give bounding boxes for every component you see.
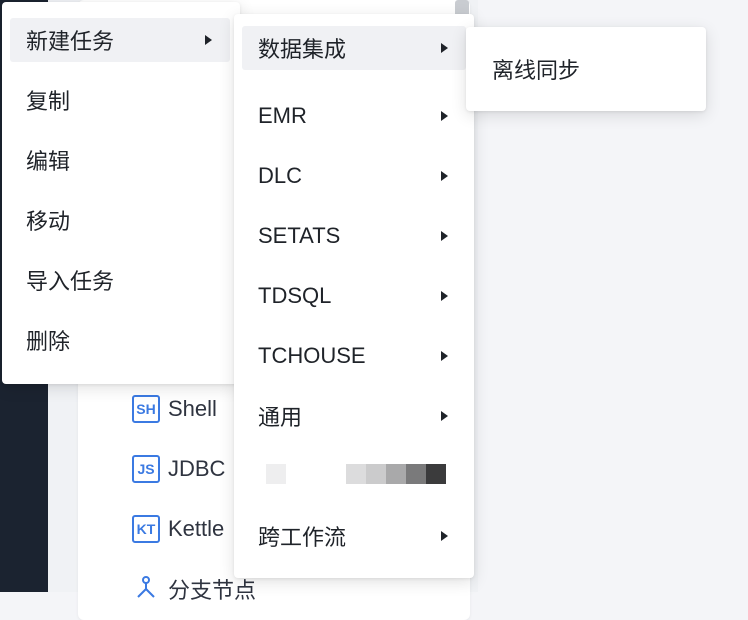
menu-item-tchouse[interactable]: TCHOUSE — [242, 334, 466, 378]
caret-right-icon — [441, 43, 448, 53]
task-type-kettle[interactable]: KT Kettle — [132, 513, 224, 545]
caret-right-icon — [205, 35, 212, 45]
shell-icon: SH — [132, 395, 160, 423]
jdbc-icon: JS — [132, 455, 160, 483]
caret-right-icon — [441, 351, 448, 361]
menu-item-tdsql[interactable]: TDSQL — [242, 274, 466, 318]
menu-item-emr[interactable]: EMR — [242, 94, 466, 138]
task-type-jdbc[interactable]: JS JDBC — [132, 453, 225, 485]
menu-item-label: 编辑 — [26, 149, 71, 174]
menu-item-new-task[interactable]: 新建任务 — [10, 18, 230, 62]
menu-item-setats[interactable]: SETATS — [242, 214, 466, 258]
task-type-label: Shell — [168, 396, 217, 421]
redacted-menu-item[interactable] — [266, 464, 446, 484]
menu-item-data-integration[interactable]: 数据集成 — [242, 26, 466, 70]
task-type-label: JDBC — [168, 456, 226, 481]
menu-item-label: TCHOUSE — [258, 343, 366, 368]
caret-right-icon — [441, 111, 448, 121]
branch-node-icon — [132, 575, 160, 603]
menu-item-delete[interactable]: 删除 — [10, 318, 230, 362]
menu-item-copy[interactable]: 复制 — [10, 78, 230, 122]
menu-item-general[interactable]: 通用 — [242, 394, 466, 438]
menu-item-dlc[interactable]: DLC — [242, 154, 466, 198]
caret-right-icon — [441, 411, 448, 421]
menu-item-label: EMR — [258, 103, 307, 128]
menu-item-move[interactable]: 移动 — [10, 198, 230, 242]
context-menu: 新建任务 复制 编辑 移动 导入任务 删除 — [2, 2, 240, 384]
menu-item-label: 复制 — [26, 89, 71, 114]
menu-item-offline-sync[interactable]: 离线同步 — [476, 47, 694, 91]
caret-right-icon — [441, 171, 448, 181]
kettle-icon: KT — [132, 515, 160, 543]
menu-item-label: 数据集成 — [258, 37, 347, 62]
caret-right-icon — [441, 531, 448, 541]
menu-item-cross-workflow[interactable]: 跨工作流 — [242, 514, 466, 558]
menu-item-label: SETATS — [258, 223, 341, 248]
task-type-shell[interactable]: SH Shell — [132, 393, 217, 425]
new-task-submenu: 数据集成 EMR DLC SETATS TDSQL TCHOUSE 通用 跨工作… — [234, 14, 474, 578]
task-type-label: Kettle — [168, 516, 225, 541]
menu-item-edit[interactable]: 编辑 — [10, 138, 230, 182]
menu-item-label: 移动 — [26, 209, 71, 234]
caret-right-icon — [441, 291, 448, 301]
menu-item-label: 导入任务 — [26, 269, 115, 294]
menu-item-label: 离线同步 — [492, 58, 581, 83]
data-integration-submenu: 离线同步 — [466, 27, 706, 111]
menu-item-label: TDSQL — [258, 283, 332, 308]
menu-item-import-task[interactable]: 导入任务 — [10, 258, 230, 302]
menu-item-label: 跨工作流 — [258, 525, 347, 550]
menu-item-label: 新建任务 — [26, 29, 115, 54]
menu-item-label: 删除 — [26, 329, 71, 354]
menu-item-label: 通用 — [258, 405, 303, 430]
caret-right-icon — [441, 231, 448, 241]
menu-item-label: DLC — [258, 163, 303, 188]
